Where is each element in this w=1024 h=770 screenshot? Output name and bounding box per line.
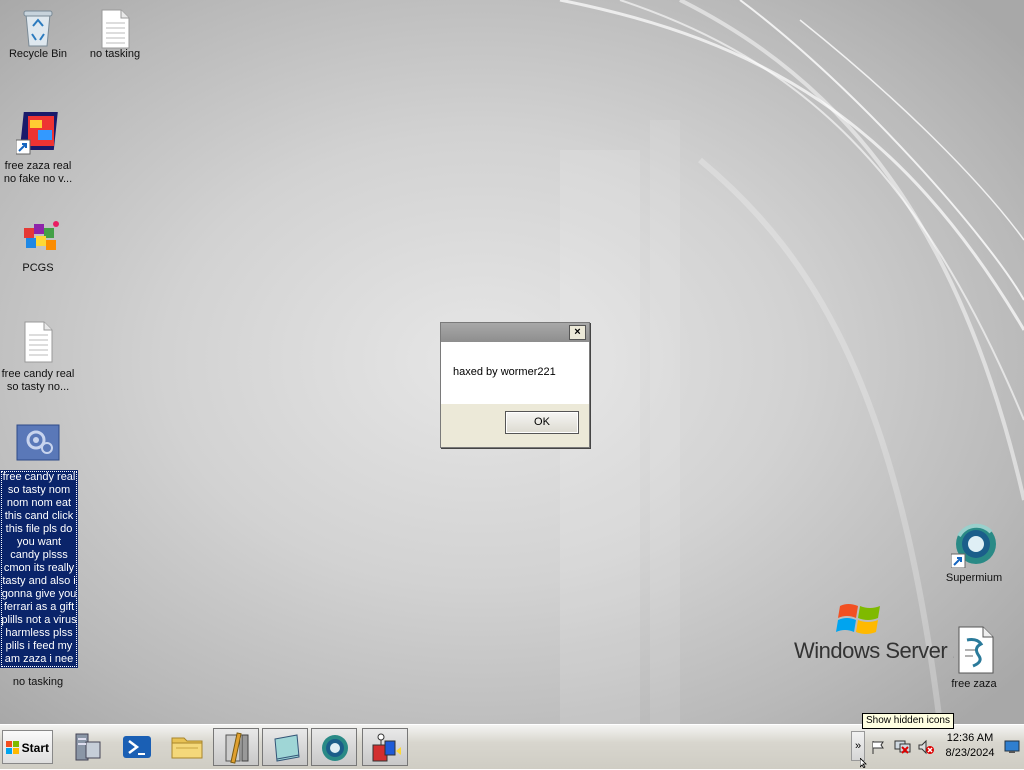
os-logo-text: Windows Server 20 [794, 638, 954, 663]
windows-server-logo: Windows Server 20 [794, 598, 954, 668]
custom-app-icon [372, 733, 401, 762]
notepad-icon [274, 734, 300, 762]
icon-label: free candy real so tasty no... [1, 368, 75, 393]
server-manager-icon [75, 733, 101, 761]
text-file-icon [97, 8, 133, 49]
system-tray: » 12:36 AM 8/23/2024 [848, 725, 1024, 769]
taskbar-browser[interactable] [311, 728, 357, 766]
taskbar-notepad[interactable] [262, 728, 308, 766]
show-hidden-icons-button[interactable]: » [851, 731, 865, 761]
desktop-icon-selected-script[interactable] [0, 424, 76, 466]
start-button[interactable]: Start [2, 730, 53, 764]
icon-label: free zaza real no fake no v... [3, 160, 73, 185]
taskbar-server-manager[interactable] [64, 728, 110, 766]
taskbar-custom-app[interactable] [362, 728, 408, 766]
desktop-icon-free-zaza-shortcut[interactable]: free zaza real no fake no v... [0, 110, 76, 186]
message-dialog[interactable]: × haxed by wormer221 OK [440, 322, 590, 448]
desktop[interactable]: Recycle Bin no tasking free zaza real no… [0, 0, 1024, 724]
desktop-icon-supermium[interactable]: Supermium [936, 522, 1012, 585]
script-file-icon [953, 626, 995, 674]
pcgs-icon [20, 218, 59, 258]
selected-icon-label[interactable]: free candy real so tasty nom nom nom eat… [0, 470, 78, 668]
dialog-ok-button[interactable]: OK [505, 411, 579, 434]
expander-label: » [854, 740, 862, 752]
desktop-icon-recycle-bin[interactable]: Recycle Bin [0, 8, 76, 61]
supermium-browser-icon [950, 522, 997, 569]
browser-icon [322, 735, 348, 761]
admin-tools-icon [225, 732, 249, 764]
recycle-bin-icon [20, 8, 56, 47]
network-disconnected-icon[interactable] [894, 739, 912, 755]
desktop-icon-free-candy[interactable]: free candy real so tasty no... [0, 320, 76, 394]
text-file-icon [20, 320, 56, 364]
dialog-title-bar[interactable]: × [441, 323, 589, 342]
tray-tooltip: Show hidden icons [862, 713, 954, 729]
taskbar-powershell[interactable] [114, 728, 160, 766]
explorer-icon [171, 737, 203, 759]
mouse-cursor-icon [860, 758, 867, 768]
icon-label: free zaza [951, 678, 997, 690]
taskbar: Start » 12:36 AM 8/23/2024 [0, 724, 1024, 769]
tray-clock[interactable]: 12:36 AM 8/23/2024 [940, 731, 1000, 761]
taskbar-explorer[interactable] [164, 728, 210, 766]
clock-date: 8/23/2024 [945, 747, 995, 759]
icon-label-partial: no tasking [12, 676, 64, 688]
powershell-icon [123, 736, 151, 758]
action-center-flag-icon[interactable] [870, 739, 886, 755]
app-shortcut-icon [15, 110, 60, 156]
windows-flag-icon [6, 741, 19, 754]
selected-label-text: free candy real so tasty nom nom nom eat… [1, 471, 77, 665]
desktop-icon-free-zaza-script[interactable]: free zaza [936, 626, 1012, 691]
icon-label: Supermium [945, 572, 1003, 584]
show-desktop-icon[interactable] [1004, 740, 1020, 754]
dialog-close-button[interactable]: × [569, 325, 586, 340]
dialog-message: haxed by wormer221 [453, 366, 556, 378]
icon-label: PCGS [22, 262, 54, 274]
icon-label: Recycle Bin [8, 48, 68, 60]
taskbar-admin-tools[interactable] [213, 728, 259, 766]
windows-flag-icon [836, 604, 880, 634]
clock-time: 12:36 AM [946, 732, 994, 744]
start-label: Start [21, 741, 49, 755]
script-settings-icon [16, 424, 60, 462]
dialog-body: haxed by wormer221 [441, 342, 589, 404]
desktop-icon-pcgs[interactable]: PCGS [0, 218, 76, 275]
volume-muted-icon[interactable] [918, 739, 934, 755]
desktop-icon-no-tasking[interactable]: no tasking [77, 8, 153, 61]
